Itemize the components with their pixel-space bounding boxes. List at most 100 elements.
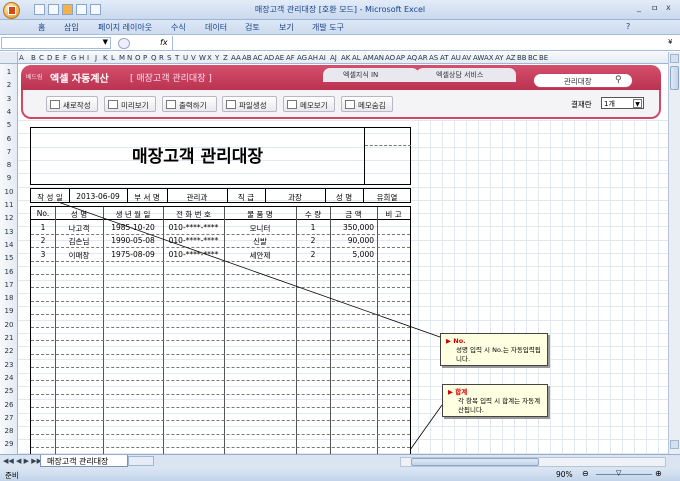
link-excel-consulting[interactable]: 엑셀상담 서비스 [436,70,483,80]
column-header[interactable]: Q [151,54,157,62]
zoom-slider[interactable] [596,474,652,475]
column-header[interactable]: E [55,54,59,62]
column-header[interactable]: I [87,54,89,62]
zoom-out-icon[interactable]: ⊖ [582,469,589,478]
zoom-thumb-icon[interactable]: ▽ [616,469,621,477]
row-header[interactable]: 15 [0,254,18,262]
column-header[interactable]: S [167,54,171,62]
horizontal-scrollbar[interactable] [400,457,666,467]
scroll-up-button[interactable] [670,54,679,63]
column-header[interactable]: R [159,54,164,62]
column-header[interactable]: AQ [407,54,417,62]
link-tab-2[interactable]: 엑셀상담 서비스 [416,68,516,82]
column-header[interactable]: J [95,54,97,62]
zoom-in-icon[interactable]: ⊕ [655,469,662,478]
column-header[interactable]: G [71,54,76,62]
column-header[interactable]: AV [462,54,471,62]
sheet-tab-active[interactable]: 매장고객 관리대장 [40,455,128,467]
column-header[interactable]: AT [440,54,449,62]
column-header[interactable]: AG [297,54,307,62]
row-header[interactable]: 20 [0,321,18,329]
row-header[interactable]: 19 [0,307,18,315]
column-header[interactable]: AR [418,54,428,62]
print-button[interactable]: 출력하기 [162,96,217,112]
column-header[interactable]: Z [223,54,228,62]
row-header[interactable]: 24 [0,374,18,382]
column-header[interactable]: AC [253,54,263,62]
column-header[interactable]: O [135,54,141,62]
column-header[interactable]: AF [286,54,295,62]
search-input[interactable]: 관리대장 [564,76,592,87]
search-icon[interactable]: ⚲ [615,75,622,85]
column-header[interactable]: AN [374,54,384,62]
row-header[interactable]: 1 [0,68,18,76]
expand-formula-icon[interactable]: ¥ [668,38,672,46]
row-header[interactable]: 4 [0,108,18,116]
column-header[interactable]: AL [352,54,361,62]
tab-formulas[interactable]: 수식 [171,22,186,33]
column-header[interactable]: BC [528,54,538,62]
hide-memo-button[interactable]: 메모숨김 [341,96,393,112]
column-header[interactable]: C [39,54,44,62]
row-header[interactable]: 2 [0,81,18,89]
row-header[interactable]: 18 [0,294,18,302]
row-header[interactable]: 10 [0,188,18,196]
column-header[interactable]: AX [484,54,494,62]
column-header[interactable]: AS [429,54,438,62]
column-header[interactable]: AU [451,54,461,62]
tab-page-layout[interactable]: 페이지 레이아웃 [98,22,152,33]
column-header[interactable]: X [207,54,212,62]
row-header[interactable]: 8 [0,161,18,169]
select-all-corner[interactable] [0,52,18,63]
column-header[interactable]: D [47,54,52,62]
column-header[interactable]: P [143,54,147,62]
column-header[interactable]: AZ [506,54,516,62]
insert-sheet-icon[interactable] [128,456,154,466]
column-header[interactable]: AK [341,54,350,62]
column-header[interactable]: W [199,54,206,62]
row-header[interactable]: 3 [0,95,18,103]
tab-developer[interactable]: 개발 도구 [312,22,344,33]
tab-data[interactable]: 데이터 [205,22,227,33]
row-header[interactable]: 17 [0,281,18,289]
row-header[interactable]: 6 [0,135,18,143]
column-header[interactable]: Y [215,54,219,62]
formula-input[interactable] [172,36,666,50]
tab-home[interactable]: 홈 [38,22,45,33]
link-tab-1[interactable]: 엑셀지식 IN [323,68,419,82]
app-search[interactable]: 관리대장 ⚲ [533,73,633,88]
row-header[interactable]: 21 [0,334,18,342]
row-header[interactable]: 23 [0,361,18,369]
show-memo-button[interactable]: 메모보기 [283,96,335,112]
column-header[interactable]: AI [319,54,326,62]
minimize-button[interactable]: _ [637,3,641,12]
row-header[interactable]: 12 [0,214,18,222]
name-box[interactable]: ▼ [1,37,111,49]
vertical-scrollbar[interactable] [668,52,680,454]
column-header[interactable]: L [111,54,115,62]
tab-review[interactable]: 검토 [245,22,260,33]
row-header[interactable]: 13 [0,228,18,236]
column-header[interactable]: A [19,54,24,62]
worksheet[interactable]: 매장고객 관리대장 작 성 일 2013-06-09 부 서 명 관리과 직 급… [18,120,668,454]
column-header[interactable]: AE [275,54,284,62]
approval-select[interactable]: 1개 ▼ [601,97,644,109]
create-file-button[interactable]: 파일생성 [222,96,277,112]
column-header[interactable]: V [191,54,196,62]
column-header[interactable]: AM [363,54,374,62]
row-header[interactable]: 16 [0,268,18,276]
column-header[interactable]: AO [385,54,395,62]
row-header[interactable]: 28 [0,427,18,435]
row-header[interactable]: 29 [0,440,18,448]
column-header[interactable]: F [63,54,67,62]
row-header[interactable]: 26 [0,401,18,409]
column-header[interactable]: BE [539,54,548,62]
tab-view[interactable]: 보기 [279,22,294,33]
row-header[interactable]: 7 [0,148,18,156]
column-header[interactable]: AW [473,54,484,62]
close-button[interactable]: x [666,3,671,12]
fx-icon[interactable]: fx [160,38,168,47]
row-header[interactable]: 9 [0,174,18,182]
h-scroll-thumb[interactable] [411,458,539,466]
scroll-thumb[interactable] [670,66,679,90]
